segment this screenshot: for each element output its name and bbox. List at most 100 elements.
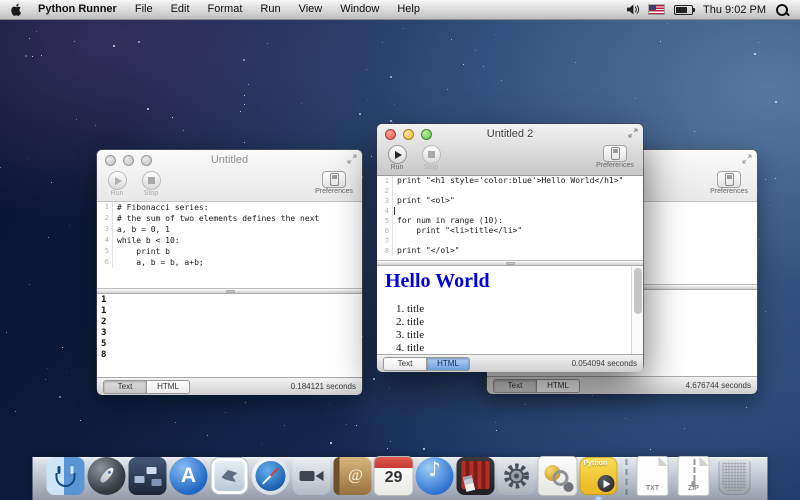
dock-item-system-preferences[interactable] [498, 457, 536, 495]
dock-item-trash[interactable] [716, 457, 754, 495]
battery-icon[interactable] [674, 5, 693, 15]
dock-item-python-runner[interactable]: Python [580, 457, 618, 495]
code-line: 2 [377, 186, 643, 196]
dock-item-itunes[interactable] [416, 457, 454, 495]
output-pane[interactable]: 1 1 2 3 5 8 [97, 294, 362, 377]
titlebar[interactable]: Untitled 2 [377, 124, 643, 144]
text-mode-button[interactable]: Text [384, 358, 426, 370]
html-mode-button[interactable]: HTML [536, 380, 579, 392]
stop-icon [428, 151, 435, 158]
list-item: title [407, 316, 643, 329]
play-badge-icon [598, 475, 615, 492]
menu-clock[interactable]: Thu 9:02 PM [703, 4, 766, 16]
dock-item-safari[interactable] [252, 457, 290, 495]
facetime-icon [293, 457, 331, 495]
code-line: 1# Fibonacci series: [97, 202, 362, 213]
run-button[interactable]: Run [385, 145, 409, 171]
menu-window[interactable]: Window [331, 0, 388, 19]
run-time: 0.054094 seconds [572, 359, 637, 368]
desktop: Python Runner File Edit Format Run View … [0, 0, 800, 500]
dock-separator [621, 457, 631, 495]
html-mode-button[interactable]: HTML [426, 358, 469, 370]
address-book-icon [334, 457, 372, 495]
run-time: 0.184121 seconds [291, 382, 356, 391]
close-button[interactable] [385, 129, 396, 140]
preferences-icon [725, 173, 734, 186]
menu-status-area: Thu 9:02 PM [626, 4, 800, 16]
scrollbar[interactable] [631, 266, 643, 354]
volume-icon[interactable] [626, 4, 639, 15]
window-footer: Text HTML 4.676744 seconds [487, 376, 757, 394]
dock-item-launchpad[interactable] [88, 457, 126, 495]
menu-help[interactable]: Help [388, 0, 429, 19]
menu-edit[interactable]: Edit [162, 0, 199, 19]
menu-app-name[interactable]: Python Runner [29, 0, 126, 19]
html-mode-button[interactable]: HTML [146, 381, 189, 393]
spotlight-icon[interactable] [776, 4, 788, 16]
menu-run[interactable]: Run [251, 0, 289, 19]
minimize-button[interactable] [403, 129, 414, 140]
dock-item-installer[interactable] [539, 457, 577, 495]
close-button[interactable] [105, 155, 116, 166]
minimize-button[interactable] [123, 155, 134, 166]
list-item: title [407, 303, 643, 316]
text-cursor [394, 207, 395, 215]
dock-item-app-store[interactable] [170, 457, 208, 495]
play-icon [115, 177, 122, 185]
stop-icon [148, 177, 155, 184]
dock-item-address-book[interactable] [334, 457, 372, 495]
code-line: 4 [377, 206, 643, 216]
window-footer: Text HTML 0.054094 seconds [377, 354, 643, 372]
code-line: 3print "<ol>" [377, 196, 643, 206]
menu-view[interactable]: View [290, 0, 332, 19]
menu-file[interactable]: File [126, 0, 162, 19]
dock-item-ical[interactable]: 29 [375, 457, 413, 495]
menu-format[interactable]: Format [199, 0, 252, 19]
code-line: 6 a, b = b, a+b; [97, 257, 362, 268]
dock-item-photo-booth[interactable] [457, 457, 495, 495]
preferences-button[interactable]: Preferences [595, 145, 635, 169]
dock-item-mail[interactable] [211, 457, 249, 495]
code-editor[interactable]: 1print "<h1 style='color:blue'>Hello Wor… [377, 176, 643, 260]
python-runner-icon: Python [580, 457, 618, 495]
fullscreen-icon[interactable] [628, 128, 638, 138]
code-line: 2# the sum of two elements defines the n… [97, 213, 362, 224]
window-untitled[interactable]: Untitled Run Stop Preferences 1# Fibo [97, 150, 362, 392]
dock-item-facetime[interactable] [293, 457, 331, 495]
preferences-button[interactable]: Preferences [709, 171, 749, 195]
dock-item-mission-control[interactable] [129, 457, 167, 495]
scrollbar-thumb[interactable] [634, 268, 642, 314]
run-button[interactable]: Run [105, 171, 129, 197]
fullscreen-icon[interactable] [742, 154, 752, 164]
play-icon [395, 151, 402, 159]
traffic-lights [105, 155, 152, 166]
dock-item-zip-archive[interactable]: ZIP [675, 457, 713, 495]
zoom-button[interactable] [141, 155, 152, 166]
code-line: 5 print b [97, 246, 362, 257]
itunes-icon [416, 457, 454, 495]
input-language-flag-icon[interactable] [649, 5, 664, 14]
dock-item-finder[interactable] [47, 457, 85, 495]
code-line: 5for num in range (10): [377, 216, 643, 226]
apple-icon [10, 2, 23, 17]
fullscreen-icon[interactable] [347, 154, 357, 164]
output-line: 8 [97, 350, 362, 361]
output-mode-switcher: Text HTML [383, 357, 470, 371]
stop-button[interactable]: Stop [419, 145, 443, 171]
text-mode-button[interactable]: Text [104, 381, 146, 393]
html-heading: Hello World [385, 270, 643, 293]
output-line: 1 [97, 295, 362, 306]
code-line: 6 print "<li>title</li>" [377, 226, 643, 236]
zoom-button[interactable] [421, 129, 432, 140]
code-line: 4while b < 10: [97, 235, 362, 246]
window-untitled-2[interactable]: Untitled 2 Run Stop Preferences 1prin [377, 124, 643, 370]
apple-menu[interactable] [0, 2, 29, 17]
code-editor[interactable]: 1# Fibonacci series: 2# the sum of two e… [97, 202, 362, 288]
text-mode-button[interactable]: Text [494, 380, 536, 392]
system-preferences-icon [498, 457, 536, 495]
titlebar[interactable]: Untitled [97, 150, 362, 170]
dock-item-txt-document[interactable]: TXT [634, 457, 672, 495]
stop-button[interactable]: Stop [139, 171, 163, 197]
preferences-button[interactable]: Preferences [314, 171, 354, 195]
html-output-pane[interactable]: Hello World title title title title titl… [377, 266, 643, 354]
